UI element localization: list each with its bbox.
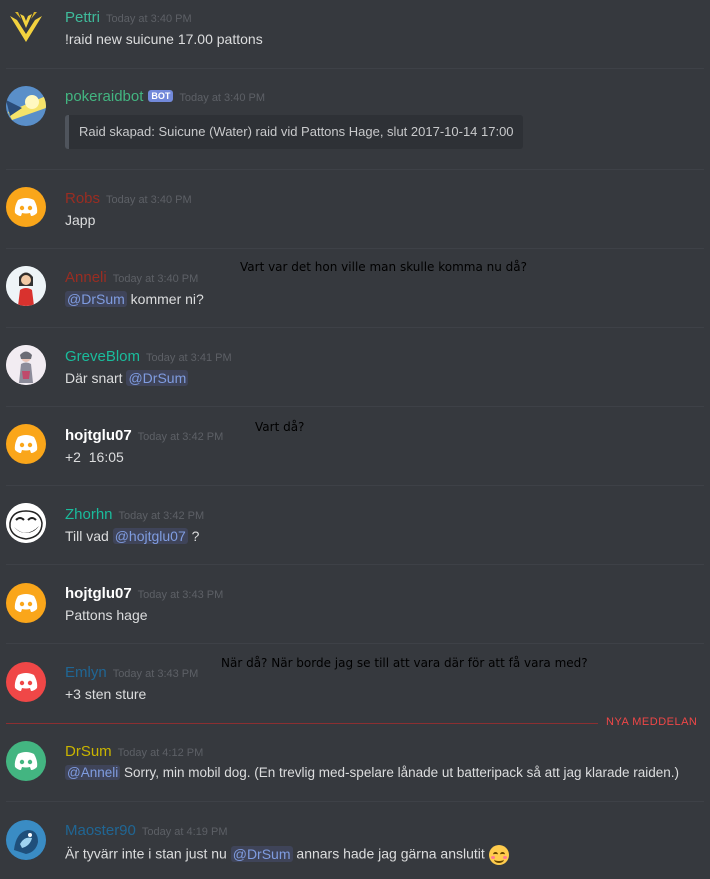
embed-card: Raid skapad: Suicune (Water) raid vid Pa… bbox=[65, 115, 523, 149]
avatar[interactable] bbox=[6, 266, 46, 306]
trollface-avatar bbox=[6, 503, 46, 543]
message-divider bbox=[6, 248, 704, 249]
message-text: @Anneli Sorry, min mobil dog. (En trevli… bbox=[65, 765, 679, 780]
message-text: +3 sten sture bbox=[65, 686, 147, 702]
message-text-before: Där snart bbox=[65, 370, 127, 386]
avatar[interactable] bbox=[6, 662, 46, 702]
avatar[interactable] bbox=[6, 424, 46, 464]
message-text: +2 16:05 bbox=[65, 449, 124, 465]
avatar[interactable] bbox=[6, 8, 46, 48]
message-text-after: annars hade jag gärna anslutit bbox=[292, 845, 485, 862]
team-instinct-icon bbox=[10, 12, 42, 42]
bot-tag: BOT bbox=[148, 90, 174, 102]
message-text: Där snart @DrSum bbox=[65, 370, 189, 386]
message-text-after: Sorry, min mobil dog. (En trevlig med-sp… bbox=[120, 765, 680, 780]
message-text-before: Är tyvärr inte i stan just nu bbox=[65, 845, 231, 862]
message-text: !raid new suicune 17.00 pattons bbox=[65, 31, 263, 47]
user-mention[interactable]: @hojtglu07 bbox=[112, 528, 188, 544]
message-text-before: Till vad bbox=[65, 528, 113, 544]
message-divider bbox=[6, 68, 704, 69]
user-mention[interactable]: @DrSum bbox=[126, 370, 189, 386]
avatar[interactable] bbox=[6, 583, 46, 623]
message-divider bbox=[6, 801, 704, 802]
timestamp: Today at 3:42 PM bbox=[137, 431, 224, 443]
author-name[interactable]: pokeraidbot bbox=[65, 88, 143, 105]
timestamp: Today at 3:43 PM bbox=[137, 589, 224, 601]
annotation-note: Vart då? bbox=[255, 420, 305, 434]
user-mention[interactable]: @DrSum bbox=[230, 845, 293, 862]
message-text: @DrSum kommer ni? bbox=[65, 291, 204, 307]
new-messages-label: NYA MEDDELAN bbox=[606, 716, 698, 728]
avatar[interactable] bbox=[6, 741, 46, 781]
timestamp: Today at 3:40 PM bbox=[112, 273, 199, 285]
timestamp: Today at 3:41 PM bbox=[146, 352, 232, 364]
message-text: Pattons hage bbox=[65, 607, 148, 623]
author-name[interactable]: DrSum bbox=[65, 743, 112, 760]
message-divider bbox=[6, 564, 704, 565]
timestamp: Today at 3:40 PM bbox=[106, 194, 192, 206]
discord-logo-orange-icon bbox=[14, 435, 38, 453]
message-divider bbox=[6, 406, 704, 407]
avatar[interactable] bbox=[6, 187, 46, 227]
author-name[interactable]: Pettri bbox=[65, 9, 100, 26]
avatar[interactable] bbox=[6, 345, 46, 385]
avatar[interactable] bbox=[6, 86, 46, 126]
greveblom-avatar bbox=[6, 345, 46, 385]
message-text-after: ? bbox=[187, 528, 200, 544]
author-name[interactable]: Robs bbox=[65, 190, 100, 207]
author-name[interactable]: Anneli bbox=[65, 269, 107, 286]
message-text: Till vad @hojtglu07 ? bbox=[65, 528, 199, 544]
timestamp: Today at 3:40 PM bbox=[179, 92, 266, 104]
message-text: Japp bbox=[65, 212, 96, 228]
avatar[interactable] bbox=[6, 503, 46, 543]
author-name[interactable]: Zhorhn bbox=[65, 506, 113, 523]
author-name[interactable]: hojtglu07 bbox=[65, 427, 132, 444]
anneli-avatar bbox=[6, 266, 46, 306]
author-name[interactable]: Maoster90 bbox=[65, 822, 136, 839]
avatar[interactable] bbox=[6, 820, 46, 860]
message-text-after: kommer ni? bbox=[126, 291, 204, 307]
embed-text: Raid skapad: Suicune (Water) raid vid Pa… bbox=[79, 124, 514, 139]
smiling-face-emoji bbox=[488, 845, 509, 865]
timestamp: Today at 4:12 PM bbox=[117, 747, 204, 759]
annotation-note: När då? När borde jag se till att vara d… bbox=[221, 656, 588, 670]
message-divider bbox=[6, 643, 704, 644]
author-name[interactable]: Emlyn bbox=[65, 664, 107, 681]
user-mention[interactable]: @Anneli bbox=[65, 765, 121, 780]
author-name[interactable]: hojtglu07 bbox=[65, 585, 132, 602]
discord-logo-orange-icon bbox=[14, 198, 38, 216]
discord-logo-green-icon bbox=[14, 752, 38, 770]
maoster90-avatar bbox=[6, 820, 46, 860]
message-text: Är tyvärr inte i stan just nu @DrSum ann… bbox=[65, 845, 509, 865]
discord-logo-orange-icon bbox=[14, 594, 38, 612]
timestamp: Today at 4:19 PM bbox=[141, 826, 228, 838]
discord-logo-red-icon bbox=[14, 673, 38, 691]
timestamp: Today at 3:40 PM bbox=[106, 13, 192, 25]
timestamp: Today at 3:43 PM bbox=[112, 668, 199, 680]
user-mention[interactable]: @DrSum bbox=[65, 291, 127, 307]
pokeraidbot-avatar bbox=[6, 86, 46, 126]
message-divider bbox=[6, 169, 704, 170]
annotation-note: Vart var det hon ville man skulle komma … bbox=[240, 260, 528, 274]
author-name[interactable]: GreveBlom bbox=[65, 348, 140, 365]
message-divider bbox=[6, 327, 704, 328]
new-messages-divider bbox=[6, 723, 598, 724]
timestamp: Today at 3:42 PM bbox=[118, 510, 205, 522]
message-divider bbox=[6, 485, 704, 486]
